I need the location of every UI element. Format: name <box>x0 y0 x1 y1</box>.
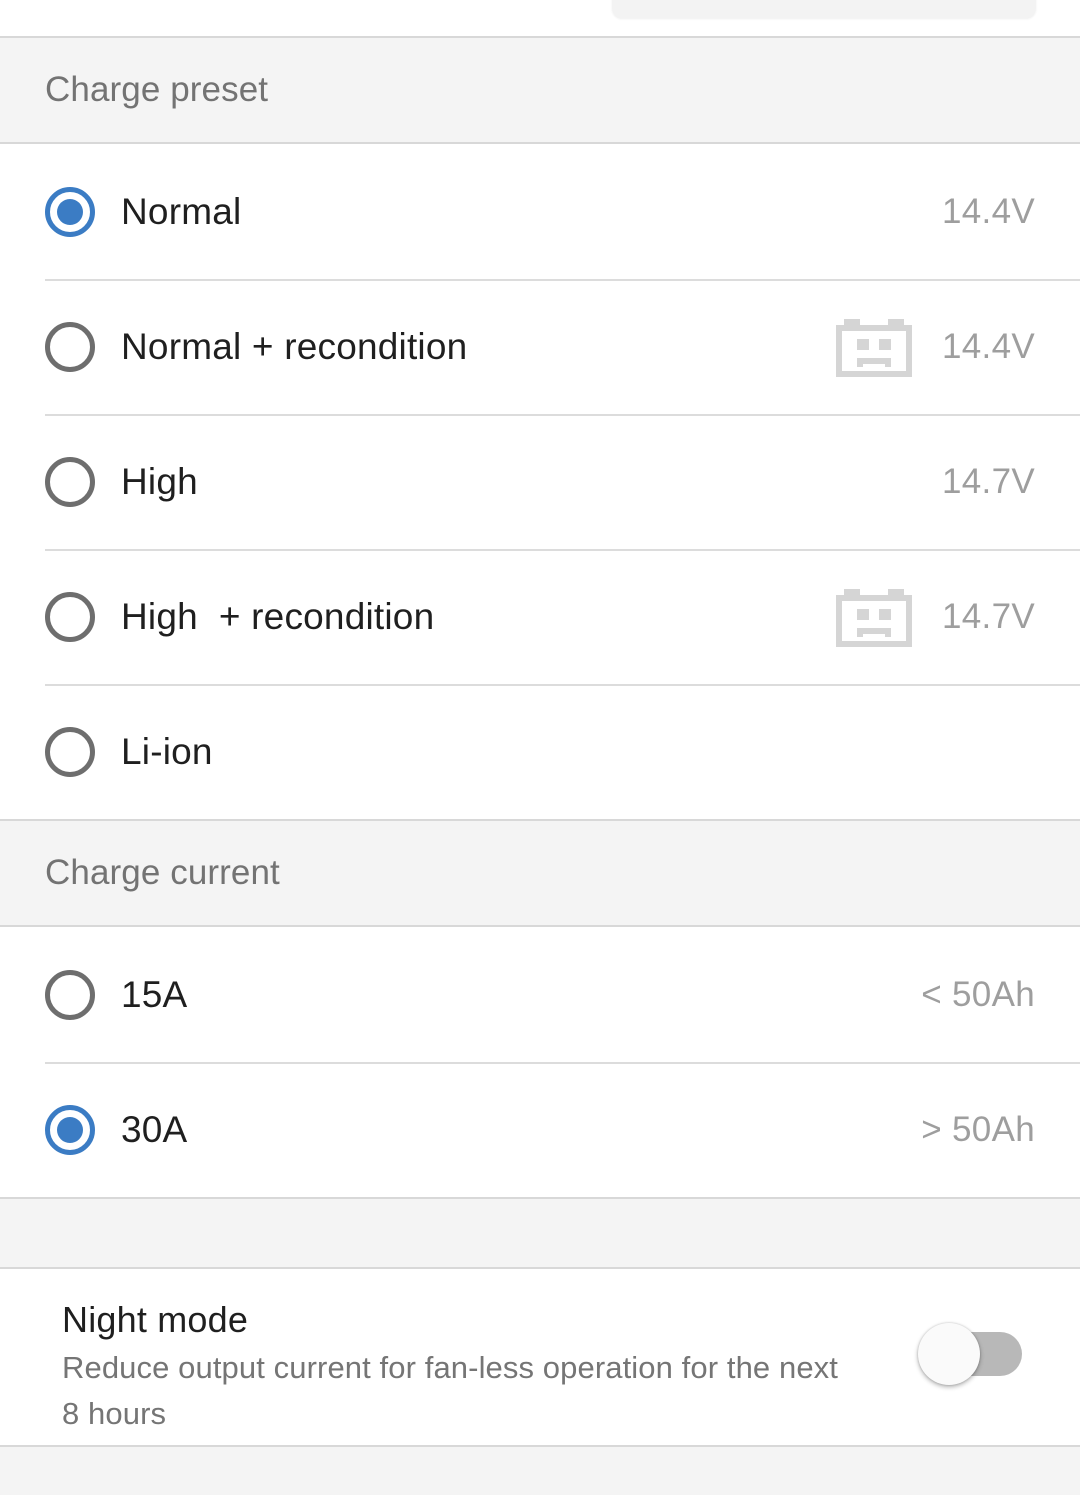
section-header-charge-preset: Charge preset <box>0 36 1080 144</box>
radio-high-recondition[interactable] <box>45 591 95 642</box>
night-mode-toggle[interactable] <box>918 1323 1022 1385</box>
battery-recondition-icon <box>836 587 913 647</box>
section-title: Charge current <box>45 853 280 892</box>
radio-row-normal[interactable]: Normal 14.4V <box>0 144 1080 279</box>
radio-normal-recondition[interactable] <box>45 321 95 372</box>
charge-preset-list: Normal 14.4V Normal + recondition 14.4V … <box>0 144 1080 819</box>
radio-15a[interactable] <box>45 969 95 1020</box>
row-label: Normal + recondition <box>121 325 468 367</box>
night-mode-subtitle: Reduce output current for fan-less opera… <box>62 1350 838 1431</box>
row-value-voltage: 14.4V <box>942 326 1035 366</box>
row-value-voltage: 14.7V <box>942 596 1035 636</box>
row-label: 15A <box>121 973 188 1015</box>
radio-high[interactable] <box>45 456 95 507</box>
radio-normal[interactable] <box>45 186 95 237</box>
section-header-charge-current: Charge current <box>0 819 1080 927</box>
radio-row-high-recondition[interactable]: High + recondition 14.7V <box>0 549 1080 684</box>
night-mode-text: Night mode Reduce output current for fan… <box>62 1293 918 1437</box>
settings-screen: Charge preset Normal 14.4V Normal + reco… <box>0 0 1080 1495</box>
partial-card-cutoff[interactable] <box>612 0 1036 18</box>
night-mode-row[interactable]: Night mode Reduce output current for fan… <box>0 1269 1080 1445</box>
top-cutoff-area <box>0 0 1080 36</box>
bottom-section-band <box>0 1445 1080 1495</box>
radio-row-high[interactable]: High 14.7V <box>0 414 1080 549</box>
row-value-capacity: < 50Ah <box>921 974 1035 1014</box>
radio-row-30a[interactable]: 30A > 50Ah <box>0 1062 1080 1197</box>
row-value-voltage: 14.4V <box>942 191 1035 231</box>
radio-row-15a[interactable]: 15A < 50Ah <box>0 927 1080 1062</box>
row-value-voltage: 14.7V <box>942 461 1035 501</box>
row-label: Li-ion <box>121 730 213 772</box>
radio-dot <box>57 1116 83 1143</box>
row-label: High <box>121 460 198 502</box>
charge-current-list: 15A < 50Ah 30A > 50Ah <box>0 927 1080 1197</box>
radio-row-normal-recondition[interactable]: Normal + recondition 14.4V <box>0 279 1080 414</box>
radio-30a[interactable] <box>45 1104 95 1155</box>
row-label: Normal <box>121 190 242 232</box>
radio-li-ion[interactable] <box>45 726 95 777</box>
night-mode-title: Night mode <box>62 1299 249 1340</box>
section-divider-band <box>0 1197 1080 1269</box>
row-label: High + recondition <box>121 595 435 637</box>
toggle-knob[interactable] <box>918 1323 980 1385</box>
battery-recondition-icon <box>836 317 913 377</box>
radio-row-li-ion[interactable]: Li-ion <box>0 684 1080 819</box>
row-value-capacity: > 50Ah <box>921 1109 1035 1149</box>
section-title: Charge preset <box>45 70 269 109</box>
radio-dot <box>57 198 83 225</box>
row-label: 30A <box>121 1108 188 1150</box>
